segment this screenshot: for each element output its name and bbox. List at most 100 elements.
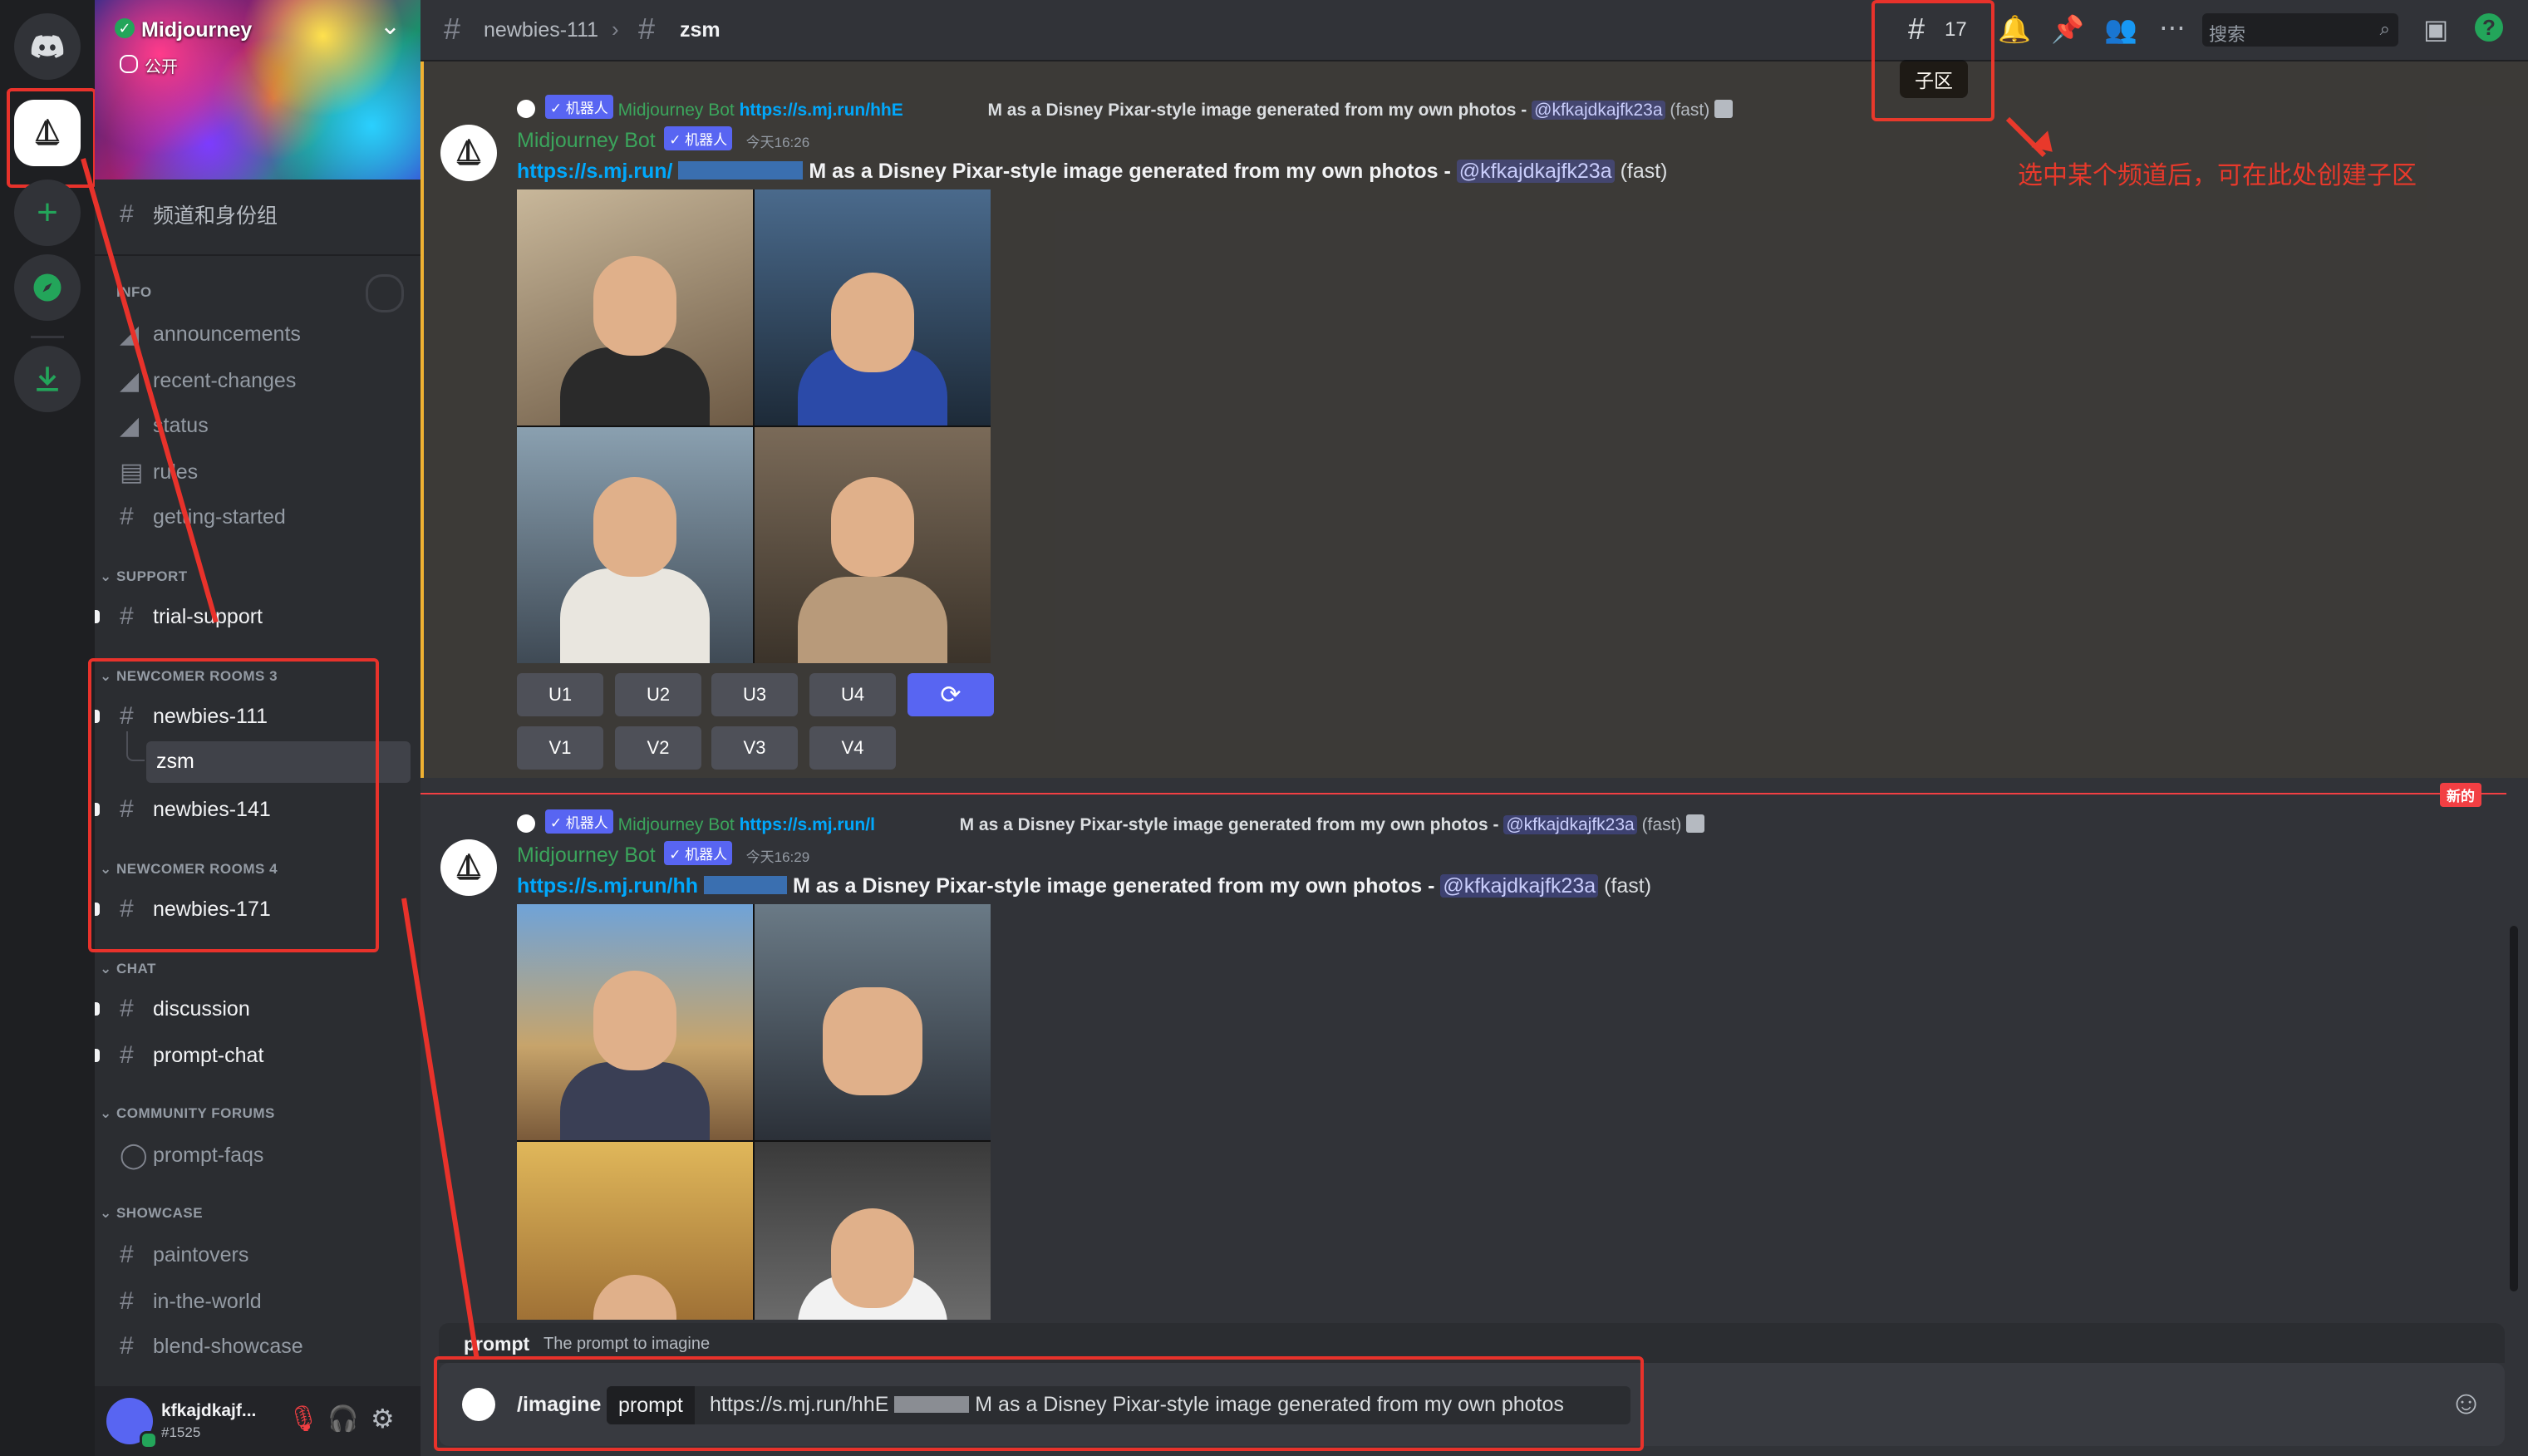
- reroll-button[interactable]: ⟳: [907, 673, 994, 716]
- onboarding-progress-icon: [366, 274, 404, 312]
- channel-prompt-faqs[interactable]: ◯ prompt-faqs: [120, 1137, 263, 1173]
- settings-gear-icon[interactable]: ⚙: [371, 1403, 395, 1434]
- figure-body: [560, 347, 710, 425]
- channels-and-roles[interactable]: # 频道和身份组: [120, 196, 278, 233]
- chevron-right-icon: ›: [612, 17, 619, 42]
- upscale-3-button[interactable]: U3: [711, 673, 798, 716]
- figure-face: [823, 987, 922, 1095]
- channel-in-the-world[interactable]: # in-the-world: [120, 1283, 262, 1320]
- channel-rules[interactable]: ▤rules: [120, 454, 198, 490]
- newcomer-rooms-highlight-box: [88, 658, 379, 952]
- upscale-4-button[interactable]: U4: [809, 673, 896, 716]
- variation-4-button[interactable]: V4: [809, 726, 896, 770]
- message-text: M as a Disney Pixar-style image generate…: [792, 874, 1435, 898]
- server-visibility: 公开: [145, 58, 178, 76]
- headphones-icon[interactable]: 🎧: [327, 1404, 358, 1434]
- message-header: Midjourney Bot ✓ 机器人 今天16:26: [517, 126, 809, 153]
- generated-image: [755, 427, 991, 663]
- generated-image: [517, 427, 753, 663]
- sidebar-divider: [95, 254, 421, 256]
- upscale-2-button[interactable]: U2: [615, 673, 701, 716]
- reply-mention: @kfkajdkajfk23a: [1532, 101, 1665, 120]
- category-support[interactable]: ⌄ SUPPORT: [100, 568, 188, 585]
- variation-1-button[interactable]: V1: [517, 726, 603, 770]
- server-menu-chevron-icon[interactable]: ⌄: [380, 12, 401, 41]
- image-grid[interactable]: [517, 189, 991, 663]
- image-icon: [1714, 100, 1734, 118]
- pin-icon[interactable]: 📌: [2051, 13, 2084, 45]
- inbox-icon[interactable]: ▣: [2423, 13, 2448, 45]
- breadcrumb-channel[interactable]: newbies-111: [484, 18, 598, 42]
- category-community-forums[interactable]: ⌄ COMMUNITY FORUMS: [100, 1105, 275, 1122]
- message-text: M as a Disney Pixar-style image generate…: [809, 160, 1451, 183]
- category-chat[interactable]: ⌄ CHAT: [100, 961, 156, 977]
- more-options-icon[interactable]: ⋯: [2159, 12, 2186, 43]
- breadcrumb-thread: zsm: [680, 18, 721, 42]
- category-showcase[interactable]: ⌄ SHOWCASE: [100, 1205, 203, 1222]
- message-mention[interactable]: @kfkajdkajfk23a: [1440, 874, 1599, 898]
- channel-label: getting-started: [153, 504, 286, 529]
- scrollbar-thumb[interactable]: [2510, 926, 2518, 1291]
- message-author[interactable]: Midjourney Bot: [517, 844, 656, 867]
- member-list-icon[interactable]: 👥: [2104, 13, 2137, 45]
- channel-trial-support[interactable]: # trial-support: [120, 598, 263, 635]
- composer-highlight-box: [434, 1356, 1644, 1451]
- bot-avatar[interactable]: [440, 839, 497, 896]
- channel-label: announcements: [153, 322, 301, 346]
- search-input[interactable]: 搜索 ⌕: [2202, 13, 2398, 47]
- emoji-icon[interactable]: ☺: [2449, 1385, 2483, 1422]
- notification-bell-icon[interactable]: 🔔: [1998, 13, 2031, 45]
- server-name: Midjourney: [141, 18, 253, 42]
- midjourney-server-button[interactable]: [14, 100, 81, 166]
- explore-servers-button[interactable]: [14, 254, 81, 321]
- message-author[interactable]: Midjourney Bot: [517, 129, 656, 152]
- username[interactable]: kfkajdkajf...: [161, 1401, 256, 1421]
- prompt-hint-description: The prompt to imagine: [543, 1335, 711, 1353]
- new-messages-divider: [421, 793, 2506, 794]
- channel-announcements[interactable]: ◢ announcements: [120, 316, 301, 352]
- channel-paintovers[interactable]: # paintovers: [120, 1237, 248, 1273]
- mute-mic-icon[interactable]: 🎙: [288, 1404, 319, 1434]
- reply-link: https://s.mj.run/l: [739, 815, 875, 834]
- sailboat-icon: [456, 139, 481, 165]
- reply-speed: (fast): [1670, 101, 1710, 120]
- figure-face: [831, 477, 914, 577]
- reply-speed: (fast): [1641, 815, 1682, 834]
- channel-prompt-chat[interactable]: # prompt-chat: [120, 1037, 263, 1074]
- message-link[interactable]: https://s.mj.run/: [517, 160, 673, 183]
- channel-blend-showcase[interactable]: # blend-showcase: [120, 1328, 303, 1365]
- download-apps-button[interactable]: [14, 346, 81, 412]
- generated-image: [755, 1142, 991, 1320]
- search-icon: ⌕: [2379, 18, 2390, 39]
- channel-getting-started[interactable]: # getting-started: [120, 499, 286, 535]
- bot-tag: ✓ 机器人: [664, 841, 733, 865]
- channel-discussion[interactable]: # discussion: [120, 991, 250, 1027]
- verified-icon: ✓: [115, 18, 135, 38]
- rail-divider: [31, 336, 64, 338]
- variation-3-button[interactable]: V3: [711, 726, 798, 770]
- sailboat-icon: [35, 119, 60, 145]
- figure-face: [593, 256, 676, 356]
- message-timestamp: 今天16:26: [745, 135, 810, 150]
- redacted-block: [704, 876, 787, 894]
- discord-logo-icon: [31, 35, 64, 58]
- message-speed: (fast): [1604, 874, 1652, 898]
- new-messages-badge: 新的: [2440, 783, 2481, 807]
- channel-label: prompt-chat: [153, 1043, 264, 1067]
- help-icon[interactable]: ?: [2475, 13, 2503, 42]
- message-mention[interactable]: @kfkajdkajfk23a: [1456, 160, 1615, 183]
- add-server-button[interactable]: +: [14, 180, 81, 246]
- bot-avatar[interactable]: [440, 125, 497, 181]
- unread-indicator: [95, 1002, 100, 1016]
- figure-face: [593, 477, 676, 577]
- upscale-1-button[interactable]: U1: [517, 673, 603, 716]
- reply-preview[interactable]: ✓ 机器人 Midjourney Bot https://s.mj.run/l …: [517, 809, 1705, 835]
- reply-preview[interactable]: ✓ 机器人 Midjourney Bot https://s.mj.run/hh…: [517, 95, 1734, 121]
- message-link[interactable]: https://s.mj.run/hh: [517, 874, 698, 898]
- image-grid[interactable]: [517, 904, 991, 1320]
- generated-image: [517, 189, 753, 425]
- channel-label: recent-changes: [153, 368, 297, 392]
- variation-2-button[interactable]: V2: [615, 726, 701, 770]
- server-banner[interactable]: ✓ Midjourney ⌄ 公开: [95, 0, 421, 180]
- discord-home-button[interactable]: [14, 13, 81, 80]
